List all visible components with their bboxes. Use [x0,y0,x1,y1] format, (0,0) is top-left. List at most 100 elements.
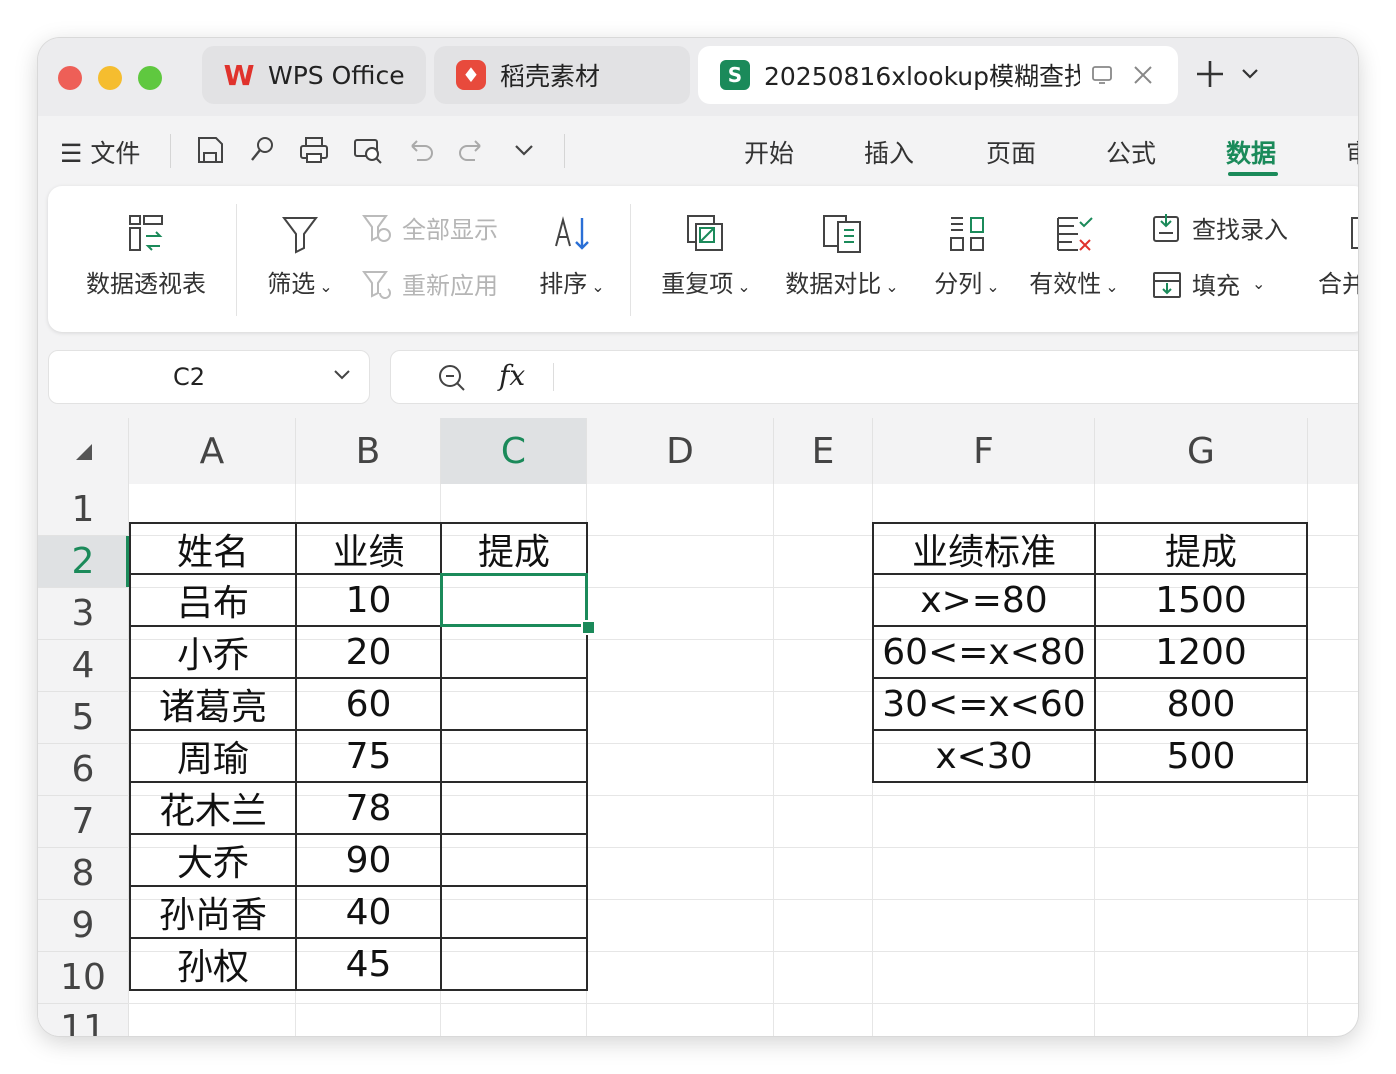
tab-formula[interactable]: 公式 [1106,134,1156,170]
spreadsheet-grid[interactable]: A B C D E F G 1 2 3 4 5 6 7 8 9 10 11 姓名… [38,418,1358,1036]
commission-cell[interactable] [440,885,588,939]
sales-cell[interactable]: 78 [295,781,442,835]
sales-cell[interactable]: 10 [295,573,442,627]
row-header-9[interactable]: 9 [38,900,128,952]
row-header-6[interactable]: 6 [38,744,128,796]
print-icon[interactable] [296,132,332,168]
row-header-1[interactable]: 1 [38,484,128,536]
print-preview-icon[interactable] [350,132,386,168]
close-tab-icon[interactable] [1132,64,1154,86]
zoom-window-button[interactable] [138,66,162,90]
commission-cell[interactable] [440,833,588,887]
header-cell-standard[interactable]: 业绩标准 [872,522,1096,575]
commission-value-cell[interactable]: 500 [1094,729,1308,783]
sales-cell[interactable]: 75 [295,729,442,783]
select-all-corner[interactable] [38,418,129,484]
data-compare-button[interactable]: 数据对比 ⌄ [780,210,904,299]
tab-home[interactable]: 开始 [744,134,794,170]
minimize-window-button[interactable] [98,66,122,90]
file-menu[interactable]: ☰ 文件 [60,134,140,170]
show-all-button[interactable]: 全部显示 [360,210,498,245]
row-header-8[interactable]: 8 [38,848,128,900]
name-cell[interactable]: 大乔 [129,833,297,887]
commission-cell[interactable] [440,781,588,835]
filter-button[interactable]: 筛选 ⌄ [260,210,340,299]
merge-button[interactable]: 合并 [1318,210,1358,299]
save-icon[interactable] [192,132,228,168]
name-cell[interactable]: 周瑜 [129,729,297,783]
header-cell-commission[interactable]: 提成 [440,522,588,575]
commission-cell[interactable] [440,677,588,731]
tab-insert[interactable]: 插入 [864,134,914,170]
lookup-entry-button[interactable]: 查找录入 [1150,210,1288,245]
column-header-b[interactable]: B [296,418,441,484]
header-cell-sales[interactable]: 业绩 [295,522,442,575]
name-box[interactable]: C2 [48,350,370,404]
sort-button[interactable]: 排序 ⌄ [532,210,612,299]
standard-cell[interactable]: x>=80 [872,573,1096,627]
tab-list-chevron-icon[interactable] [1240,66,1260,86]
standard-cell[interactable]: 30<=x<60 [872,677,1096,731]
formula-bar[interactable]: fx [390,350,1358,404]
active-cell-selection[interactable] [440,573,588,627]
function-fx-icon[interactable]: fx [499,359,525,392]
column-header-a[interactable]: A [129,418,296,484]
name-cell[interactable]: 诸葛亮 [129,677,297,731]
commission-value-cell[interactable]: 1200 [1094,625,1308,679]
format-painter-icon[interactable] [244,132,280,168]
tab-spreadsheet-file[interactable]: S 20250816xlookup模糊查找 [698,46,1178,104]
commission-cell[interactable] [440,625,588,679]
tab-docer[interactable]: ♦ 稻壳素材 [434,46,690,104]
row-header-3[interactable]: 3 [38,588,128,640]
row-header-7[interactable]: 7 [38,796,128,848]
duplicates-icon [687,215,723,251]
row-header-5[interactable]: 5 [38,692,128,744]
sales-cell[interactable]: 90 [295,833,442,887]
tab-review[interactable]: 审 [1346,134,1358,170]
row-header-4[interactable]: 4 [38,640,128,692]
redo-icon[interactable] [454,132,490,168]
validity-button[interactable]: 有效性 ⌄ [1024,210,1124,299]
sales-cell[interactable]: 20 [295,625,442,679]
close-window-button[interactable] [58,66,82,90]
name-cell[interactable]: 孙尚香 [129,885,297,939]
sales-cell[interactable]: 45 [295,937,442,991]
new-tab-icon[interactable] [1194,58,1226,94]
column-header-d[interactable]: D [587,418,774,484]
name-cell[interactable]: 花木兰 [129,781,297,835]
row-header-2[interactable]: 2 [38,536,128,588]
column-header-e[interactable]: E [774,418,873,484]
zoom-search-icon[interactable] [437,363,467,393]
row-header-11[interactable]: 11 [38,1004,128,1036]
commission-cell[interactable] [440,937,588,991]
header-cell-name[interactable]: 姓名 [129,522,297,575]
fill-handle[interactable] [581,620,596,635]
more-chevron-icon[interactable] [506,132,542,168]
tab-wps-office[interactable]: W WPS Office [202,46,426,104]
pivot-table-button[interactable]: 数据透视表 [82,210,210,299]
sales-cell[interactable]: 60 [295,677,442,731]
duplicates-button[interactable]: 重复项 ⌄ [654,210,758,299]
commission-value-cell[interactable]: 1500 [1094,573,1308,627]
tab-data[interactable]: 数据 [1226,134,1276,170]
name-cell[interactable]: 吕布 [129,573,297,627]
split-columns-button[interactable]: 分列 ⌄ [928,210,1006,299]
sales-cell[interactable]: 40 [295,885,442,939]
chevron-down-icon[interactable] [331,363,353,385]
name-cell[interactable]: 小乔 [129,625,297,679]
header-cell-commission[interactable]: 提成 [1094,522,1308,575]
standard-cell[interactable]: x<30 [872,729,1096,783]
comment-icon[interactable] [1090,63,1114,87]
undo-icon[interactable] [402,132,438,168]
column-header-g[interactable]: G [1095,418,1308,484]
tab-page[interactable]: 页面 [986,134,1036,170]
row-header-10[interactable]: 10 [38,952,128,1004]
column-header-f[interactable]: F [873,418,1095,484]
reapply-button[interactable]: 重新应用 [360,266,498,301]
standard-cell[interactable]: 60<=x<80 [872,625,1096,679]
name-cell[interactable]: 孙权 [129,937,297,991]
commission-cell[interactable] [440,729,588,783]
column-header-c[interactable]: C [441,418,587,484]
commission-value-cell[interactable]: 800 [1094,677,1308,731]
fill-button[interactable]: 填充 ⌄ [1150,266,1265,301]
